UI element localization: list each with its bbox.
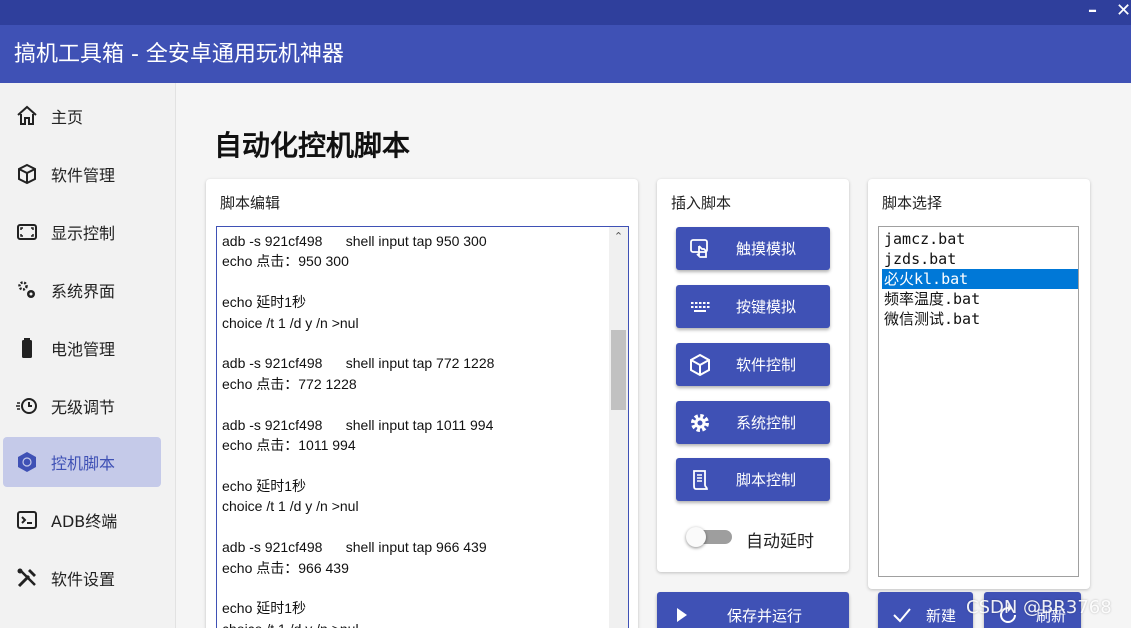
check-icon (890, 603, 914, 627)
home-icon (15, 104, 39, 128)
key-simulation-button[interactable]: 按键模拟 (676, 285, 830, 328)
list-item[interactable]: jzds.bat (882, 249, 1078, 269)
insert-script-title: 插入脚本 (671, 194, 732, 212)
new-script-button[interactable]: 新建 (878, 592, 973, 628)
play-icon (669, 603, 693, 627)
sidebar-item-home[interactable]: 主页 (3, 91, 161, 141)
screen-icon (15, 220, 39, 244)
editor-scroll-thumb[interactable] (611, 330, 626, 410)
auto-delay-toggle[interactable] (686, 527, 732, 547)
key-simulation-label: 按键模拟 (736, 298, 797, 316)
battery-icon (15, 336, 39, 360)
minimize-button[interactable]: – (1088, 0, 1097, 22)
touch-icon (688, 237, 712, 261)
save-and-run-label: 保存并运行 (727, 606, 803, 625)
list-item[interactable]: 频率温度.bat (882, 289, 1078, 309)
new-script-label: 新建 (926, 606, 957, 625)
list-item[interactable]: 微信测试.bat (882, 309, 1078, 329)
list-item-selected[interactable]: 必火kl.bat (882, 269, 1078, 289)
sidebar-item-label: 系统界面 (51, 282, 116, 301)
hexagon-icon (15, 450, 39, 474)
package-icon (15, 162, 39, 186)
sidebar-item-label: 主页 (51, 108, 84, 127)
script-control-button[interactable]: 脚本控制 (676, 458, 830, 501)
close-button[interactable]: ✕ (1116, 0, 1131, 22)
tools-icon (15, 566, 39, 590)
sidebar-item-settings[interactable]: 软件设置 (3, 553, 161, 603)
page-title: 自动化控机脚本 (214, 129, 411, 162)
sidebar-item-control-script[interactable]: 控机脚本 (3, 437, 161, 487)
script-select-card: 脚本选择 jamcz.bat jzds.bat 必火kl.bat 频率温度.ba… (868, 179, 1090, 589)
sidebar-item-system-ui[interactable]: 系统界面 (3, 265, 161, 315)
script-icon (688, 468, 712, 492)
script-select-title: 脚本选择 (882, 194, 943, 212)
watermark-text: CSDN @BR3768 (966, 597, 1112, 618)
sidebar-item-label: 软件设置 (51, 570, 116, 589)
script-editor-card: 脚本编辑 adb -s 921cf498 shell input tap 950… (206, 179, 638, 628)
editor-scrollbar[interactable]: ⌃ (609, 227, 628, 628)
gear-icon (688, 411, 712, 435)
software-control-button[interactable]: 软件控制 (676, 343, 830, 386)
sidebar-item-label: 电池管理 (51, 340, 116, 359)
list-item[interactable]: jamcz.bat (882, 229, 1078, 249)
touch-simulation-label: 触摸模拟 (736, 240, 797, 258)
sidebar: 主页 软件管理 显示控制 系统界面 电池管理 无级调节 控机脚本 ADB终端 软… (0, 83, 176, 628)
script-file-list[interactable]: jamcz.bat jzds.bat 必火kl.bat 频率温度.bat 微信测… (878, 226, 1079, 577)
sidebar-item-stepless[interactable]: 无级调节 (3, 381, 161, 431)
sidebar-item-display[interactable]: 显示控制 (3, 207, 161, 257)
script-editor-text[interactable]: adb -s 921cf498 shell input tap 950 300 … (222, 231, 494, 628)
sidebar-item-adb-terminal[interactable]: ADB终端 (3, 495, 161, 545)
gears-icon (15, 278, 39, 302)
save-and-run-button[interactable]: 保存并运行 (657, 592, 849, 628)
toggle-knob (686, 527, 706, 547)
script-editor[interactable]: adb -s 921cf498 shell input tap 950 300 … (216, 226, 629, 628)
sidebar-item-label: 控机脚本 (51, 454, 116, 473)
scroll-up-icon[interactable]: ⌃ (609, 230, 628, 243)
sidebar-item-label: 软件管理 (51, 166, 116, 185)
system-control-button[interactable]: 系统控制 (676, 401, 830, 444)
sidebar-item-software[interactable]: 软件管理 (3, 149, 161, 199)
cube-icon (688, 353, 712, 377)
terminal-icon (15, 508, 39, 532)
window-top-strip (0, 0, 1131, 25)
clock-icon (15, 394, 39, 418)
auto-delay-label: 自动延时 (746, 532, 814, 552)
app-title: 搞机工具箱 - 全安卓通用玩机神器 (14, 42, 344, 67)
touch-simulation-button[interactable]: 触摸模拟 (676, 227, 830, 270)
software-control-label: 软件控制 (736, 356, 797, 374)
sidebar-item-label: 显示控制 (51, 224, 116, 243)
sidebar-item-label: ADB终端 (51, 512, 118, 531)
keyboard-icon (688, 295, 712, 319)
sidebar-item-more[interactable] (3, 608, 161, 628)
system-control-label: 系统控制 (736, 414, 797, 432)
sidebar-item-battery[interactable]: 电池管理 (3, 323, 161, 373)
script-editor-title: 脚本编辑 (220, 194, 281, 212)
sidebar-item-label: 无级调节 (51, 398, 116, 417)
script-control-label: 脚本控制 (736, 471, 797, 489)
